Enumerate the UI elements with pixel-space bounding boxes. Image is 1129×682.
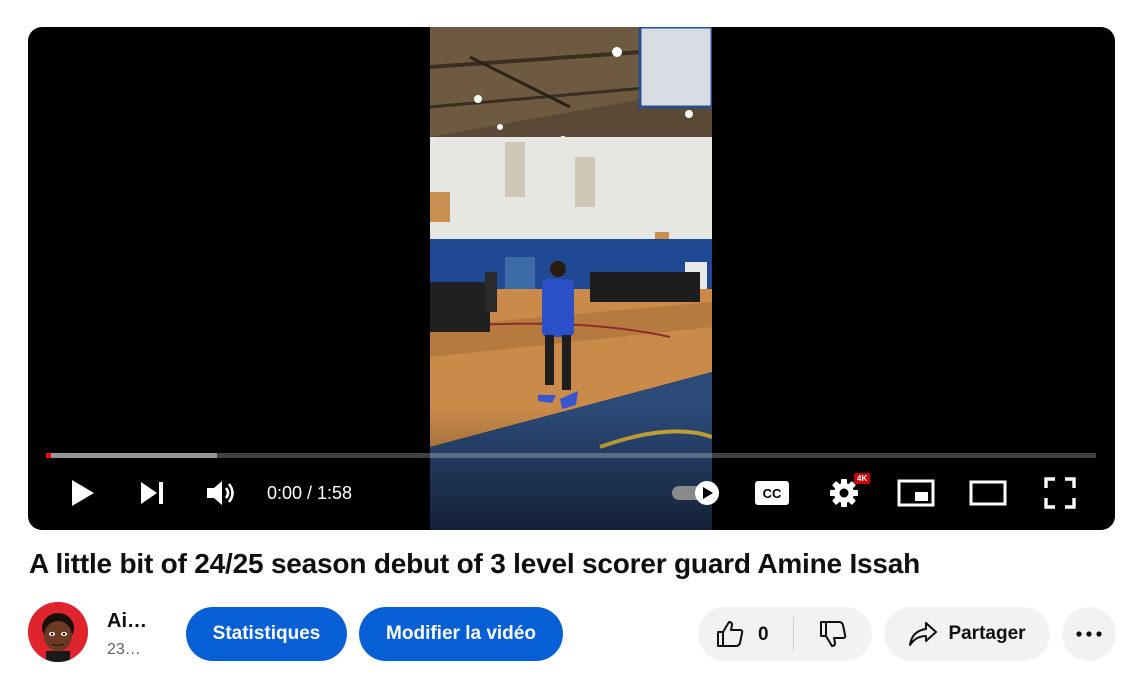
miniplayer-icon (897, 479, 935, 507)
dislike-icon (820, 621, 847, 647)
subtitles-button[interactable]: CC (750, 473, 794, 513)
avatar[interactable] (28, 602, 88, 662)
progress-played (46, 453, 51, 458)
controls-gradient (28, 410, 1115, 530)
svg-text:CC: CC (763, 486, 782, 501)
autoplay-toggle-icon (672, 481, 719, 505)
progress-bar[interactable] (46, 453, 1096, 458)
progress-buffered (46, 453, 217, 458)
share-label: Partager (948, 623, 1026, 644)
play-icon (72, 480, 94, 506)
quality-badge: 4K (854, 473, 871, 484)
next-button[interactable] (132, 473, 172, 513)
more-actions-button[interactable] (1062, 607, 1116, 661)
volume-icon (207, 481, 234, 505)
video-player[interactable]: 0:00 / 1:58 CC 4K (28, 27, 1115, 530)
avatar-image (28, 602, 88, 662)
subscriber-count: 23… (107, 641, 141, 658)
autoplay-toggle[interactable] (668, 473, 724, 513)
like-count: 0 (758, 624, 769, 645)
play-button[interactable] (62, 473, 102, 513)
statistics-button[interactable]: Statistiques (186, 607, 347, 661)
miniplayer-button[interactable] (894, 473, 938, 513)
edit-video-button[interactable]: Modifier la vidéo (359, 607, 563, 661)
theater-mode-button[interactable] (966, 473, 1010, 513)
time-display: 0:00 / 1:58 (267, 483, 353, 503)
fullscreen-icon (1044, 477, 1076, 509)
dislike-button[interactable] (794, 607, 872, 661)
like-dislike-group: 0 (698, 607, 872, 661)
channel-name[interactable]: Ai… (107, 610, 147, 633)
like-button[interactable]: 0 (698, 607, 793, 661)
next-icon (141, 482, 163, 504)
like-icon (717, 621, 744, 647)
theater-mode-icon (969, 480, 1007, 506)
share-icon (909, 622, 938, 646)
video-title: A little bit of 24/25 season debut of 3 … (29, 548, 921, 579)
more-icon (1076, 631, 1102, 637)
subtitles-icon: CC (755, 481, 789, 505)
share-button[interactable]: Partager (884, 607, 1050, 661)
fullscreen-button[interactable] (1040, 473, 1080, 513)
volume-button[interactable] (201, 473, 241, 513)
